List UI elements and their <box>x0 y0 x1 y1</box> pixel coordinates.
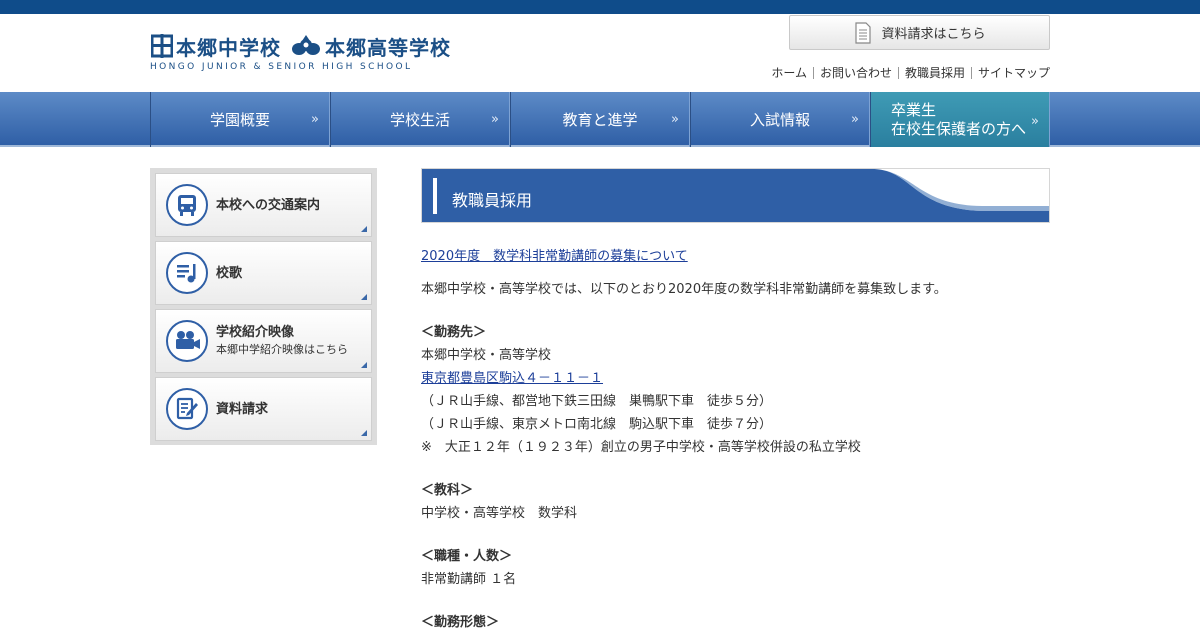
util-link-recruit[interactable]: 教職員採用 <box>897 67 971 79</box>
global-nav: 学園概要 » 学校生活 » 教育と進学 » 入試情報 » 卒業生 在校生保護者の… <box>0 92 1200 147</box>
article-link[interactable]: 2020年度 数学科非常勤講師の募集について <box>421 249 688 264</box>
nav-item-label-line2: 在校生保護者の方へ <box>891 119 1027 138</box>
site-header: 本郷中学校 本郷高等学校 HONGO JUNIOR & SENIOR HIGH … <box>0 14 1200 92</box>
sidebar: 本校への交通案内 校歌 学校紹介映像 本郷中学紹介映像はこちら 資料請求 <box>150 168 377 445</box>
logo-english-name: HONGO JUNIOR & SENIOR HIGH SCHOOL <box>150 62 413 72</box>
access-info-1: （ＪＲ山手線、都営地下鉄三田線 巣鴨駅下車 徒歩５分） <box>421 394 773 409</box>
page-title-banner: 教職員採用 <box>421 168 1050 223</box>
main-content: 教職員採用 2020年度 数学科非常勤講師の募集について 本郷中学校・高等学校で… <box>421 168 1050 634</box>
sidebar-item-label-group: 学校紹介映像 本郷中学紹介映像はこちら <box>216 324 348 358</box>
logo-senior-name: 本郷高等学校 <box>325 35 451 60</box>
request-materials-button[interactable]: 資料請求はこちら <box>789 15 1050 50</box>
nav-item-label: 入試情報 <box>749 111 810 129</box>
util-link-contact[interactable]: お問い合わせ <box>812 67 898 79</box>
subject-text: 中学校・高等学校 数学科 <box>421 506 578 521</box>
workplace-name: 本郷中学校・高等学校 <box>421 348 552 363</box>
double-chevron-icon: » <box>491 112 499 127</box>
sidebar-item-label: 学校紹介映像 <box>216 325 295 340</box>
double-chevron-icon: » <box>1031 114 1039 129</box>
page-title: 教職員採用 <box>452 191 533 210</box>
double-chevron-icon: » <box>851 112 859 127</box>
sidebar-item-label: 本校への交通案内 <box>216 197 321 213</box>
sidebar-item-school-song[interactable]: 校歌 <box>155 241 372 305</box>
nav-item-admissions[interactable]: 入試情報 » <box>690 92 870 147</box>
util-link-sitemap[interactable]: サイトマップ <box>970 67 1050 79</box>
utility-links: ホーム お問い合わせ 教職員採用 サイトマップ <box>765 67 1050 79</box>
nav-item-label: 教育と進学 <box>562 111 638 129</box>
school-logo[interactable]: 本郷中学校 本郷高等学校 HONGO JUNIOR & SENIOR HIGH … <box>150 30 490 74</box>
sidebar-item-sublabel: 本郷中学紹介映像はこちら <box>216 343 348 356</box>
sidebar-item-video[interactable]: 学校紹介映像 本郷中学紹介映像はこちら <box>155 309 372 373</box>
school-note: ※ 大正１２年（１９２３年）創立の男子中学校・高等学校併設の私立学校 <box>421 440 861 455</box>
sidebar-item-access[interactable]: 本校への交通案内 <box>155 173 372 237</box>
double-chevron-icon: » <box>311 112 319 127</box>
nav-item-label: 学校生活 <box>389 111 450 129</box>
workplace-address-link[interactable]: 東京都豊島区駒込４－１１－１ <box>421 371 603 386</box>
corner-arrow-icon <box>361 430 367 436</box>
nav-item-school-life[interactable]: 学校生活 » <box>330 92 510 147</box>
music-note-icon <box>166 252 208 294</box>
nav-item-label: 学園概要 <box>209 111 270 129</box>
section-heading-position: ＜職種・人数＞ <box>421 549 513 564</box>
video-camera-icon <box>166 320 208 362</box>
corner-arrow-icon <box>361 226 367 232</box>
nav-item-about[interactable]: 学園概要 » <box>150 92 330 147</box>
intro-text: 本郷中学校・高等学校では、以下のとおり2020年度の数学科非常勤講師を募集致しま… <box>421 282 947 297</box>
access-info-2: （ＪＲ山手線、東京メトロ南北線 駒込駅下車 徒歩７分） <box>421 417 773 432</box>
nav-item-label-line1: 卒業生 <box>891 100 937 119</box>
top-bar <box>0 0 1200 14</box>
sidebar-item-request[interactable]: 資料請求 <box>155 377 372 441</box>
school-crest-icon <box>150 33 174 59</box>
sidebar-item-label: 資料請求 <box>216 401 269 417</box>
document-icon <box>855 21 872 44</box>
logo-junior-name: 本郷中学校 <box>176 35 281 60</box>
document-pen-icon <box>166 388 208 430</box>
bus-icon <box>166 184 208 226</box>
sidebar-item-label: 校歌 <box>216 265 243 281</box>
school-emblem-icon <box>291 33 321 59</box>
article-body: 2020年度 数学科非常勤講師の募集について 本郷中学校・高等学校では、以下のと… <box>421 245 1050 634</box>
double-chevron-icon: » <box>671 112 679 127</box>
section-heading-workplace: ＜勤務先＞ <box>421 325 487 340</box>
request-button-label: 資料請求はこちら <box>881 27 986 42</box>
util-link-home[interactable]: ホーム <box>765 67 813 79</box>
corner-arrow-icon <box>361 362 367 368</box>
position-text: 非常勤講師 １名 <box>421 572 517 587</box>
section-heading-work-form: ＜勤務形態＞ <box>421 615 500 630</box>
section-heading-subject: ＜教科＞ <box>421 483 474 498</box>
corner-arrow-icon <box>361 294 367 300</box>
nav-item-education[interactable]: 教育と進学 » <box>510 92 690 147</box>
nav-item-alumni-parents[interactable]: 卒業生 在校生保護者の方へ » <box>870 92 1050 147</box>
